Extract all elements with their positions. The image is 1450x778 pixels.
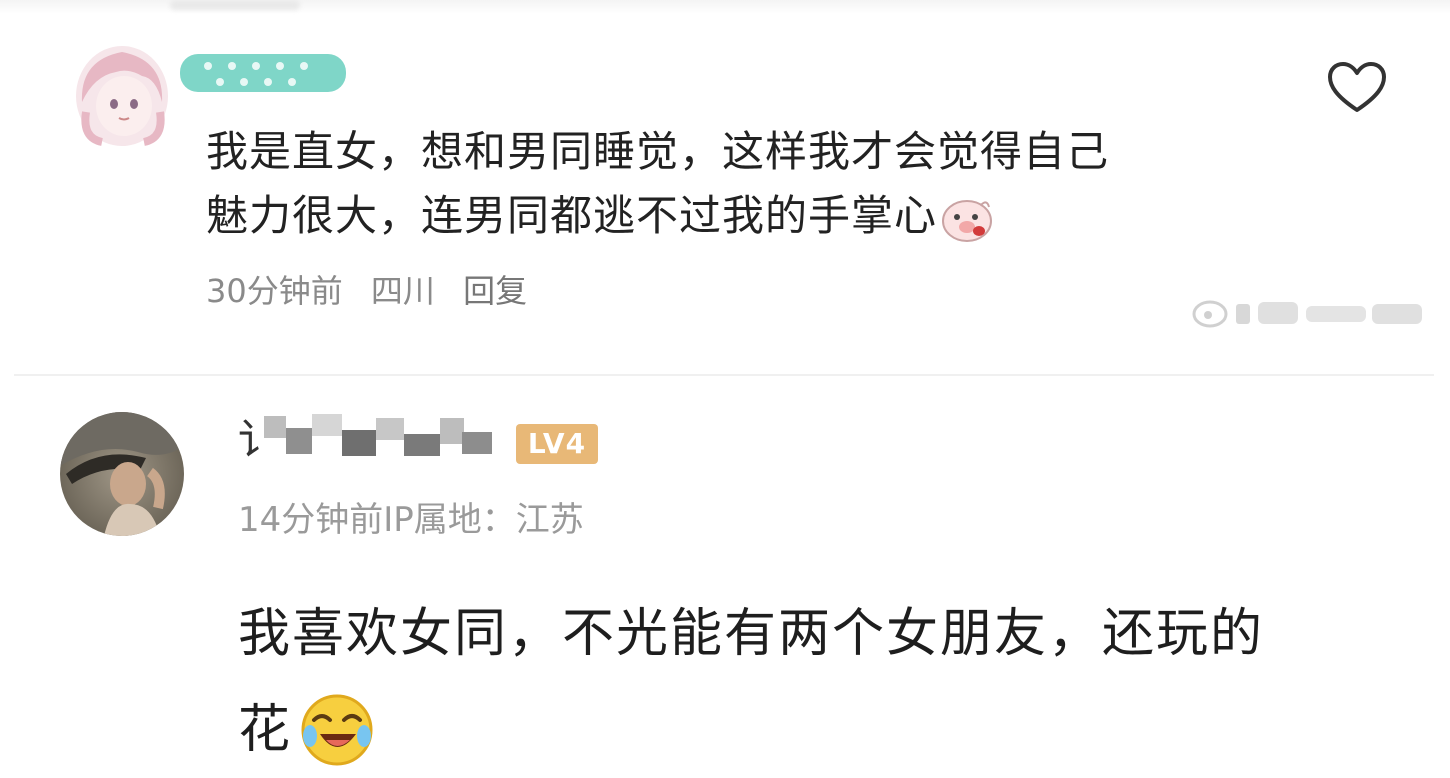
reply-button[interactable]: 回复	[463, 272, 527, 310]
blurred-top-text	[170, 0, 300, 10]
pig-face-emoji-icon	[942, 199, 993, 242]
comment-line-1: 我喜欢女同，不光能有两个女朋友，还玩的	[238, 604, 1265, 664]
top-strip	[0, 0, 1450, 14]
comment-line-2: 魅力很大，连男同都逃不过我的手掌心	[206, 184, 1266, 248]
comment-time: 30分钟前	[206, 272, 343, 310]
comment-body: 我是直女，想和男同睡觉，这样我才会觉得自己 魅力很大，连男同都逃不过我的手掌心	[206, 120, 1266, 248]
heart-outline-icon[interactable]	[1326, 60, 1388, 116]
comment-line-2-text: 魅力很大，连男同都逃不过我的手掌心	[206, 191, 938, 240]
comment-meta: 14分钟前IP属地：江苏	[238, 500, 584, 540]
comment-meta: 30分钟前 四川 回复	[206, 266, 545, 312]
comment-divider	[14, 374, 1434, 376]
comment-body: 我喜欢女同，不光能有两个女朋友，还玩的 花	[238, 586, 1408, 778]
blurred-username[interactable]	[178, 44, 348, 100]
comment-location: 四川	[370, 272, 435, 310]
comment-line-1: 我是直女，想和男同睡觉，这样我才会觉得自己	[206, 127, 1110, 176]
avatar-photo[interactable]	[60, 412, 184, 536]
laughing-crying-emoji-icon	[301, 694, 373, 766]
comment-line-2: 花	[238, 682, 1408, 778]
weibo-watermark-icon	[1192, 300, 1422, 328]
blurred-username[interactable]: 讠	[236, 408, 506, 464]
comment-line-2-text: 花	[238, 700, 293, 760]
level-badge: LV4	[516, 424, 598, 464]
avatar-anime-girl[interactable]	[72, 42, 172, 150]
